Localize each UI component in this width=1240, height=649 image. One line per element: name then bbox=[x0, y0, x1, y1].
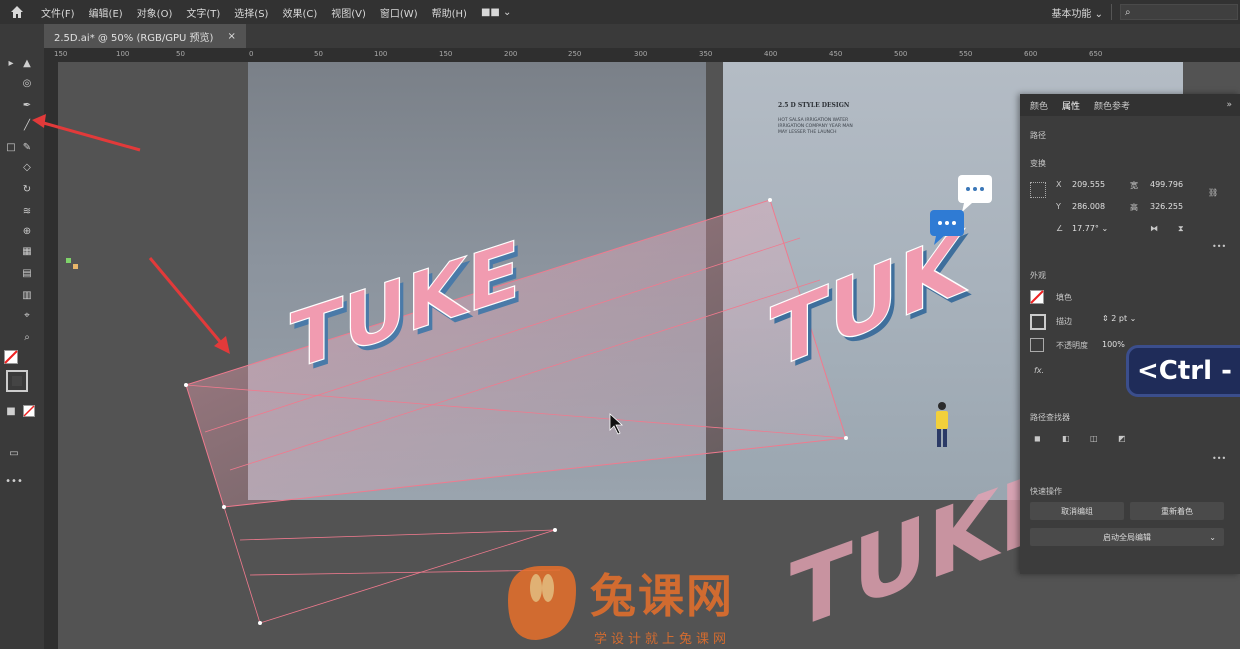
more-pathfinder-options-icon[interactable]: ••• bbox=[1212, 454, 1226, 463]
flip-vertical-icon[interactable]: ⧗ bbox=[1178, 224, 1184, 234]
stroke-label[interactable]: 描边 bbox=[1056, 316, 1072, 327]
minus-front-icon[interactable]: ◧ bbox=[1062, 434, 1070, 443]
shortcut-overlay: <Ctrl - bbox=[1126, 345, 1240, 397]
effects-button[interactable]: fx. bbox=[1034, 366, 1044, 375]
opacity-field[interactable]: 100% bbox=[1102, 340, 1125, 349]
tab-properties[interactable]: 属性 bbox=[1062, 99, 1080, 112]
annotation-arrow-bottom bbox=[148, 257, 230, 354]
start-global-edit-button[interactable]: 启动全局编辑 ⌄ bbox=[1030, 528, 1224, 546]
stroke-weight-field[interactable]: ⇕ 2 pt ⌄ bbox=[1102, 314, 1136, 323]
section-path: 路径 bbox=[1030, 131, 1046, 140]
more-transform-options-icon[interactable]: ••• bbox=[1212, 242, 1226, 251]
section-appearance: 外观 bbox=[1030, 271, 1046, 280]
w-label: 宽 bbox=[1130, 181, 1138, 190]
height-field[interactable]: 326.255 bbox=[1150, 202, 1183, 211]
y-label: Y bbox=[1056, 202, 1061, 211]
person-illustration bbox=[936, 402, 948, 447]
swatch-dot-orange bbox=[73, 264, 78, 269]
recolor-button[interactable]: 重新着色 bbox=[1130, 502, 1224, 520]
section-transform: 变换 bbox=[1030, 159, 1046, 168]
properties-panel-tabs: 颜色 属性 颜色参考 » bbox=[1020, 94, 1240, 116]
chevron-down-icon: ⌄ bbox=[1209, 532, 1216, 542]
reference-point-icon[interactable] bbox=[1030, 182, 1046, 198]
section-pathfinder: 路径查找器 bbox=[1030, 413, 1070, 422]
intersect-icon[interactable]: ◫ bbox=[1090, 434, 1098, 443]
annotation-arrow-top bbox=[32, 114, 141, 152]
tukewang-logo-icon bbox=[508, 566, 576, 640]
h-label: 高 bbox=[1130, 203, 1138, 212]
watermark-slogan: 学设计就上兔课网 bbox=[594, 632, 731, 647]
y-field[interactable]: 286.008 bbox=[1072, 202, 1105, 211]
tab-color-guide[interactable]: 颜色参考 bbox=[1094, 99, 1130, 112]
section-quick-actions: 快速操作 bbox=[1030, 487, 1062, 496]
opacity-swatch bbox=[1030, 338, 1044, 352]
unite-icon[interactable]: ◼ bbox=[1034, 434, 1041, 443]
opacity-label[interactable]: 不透明度 bbox=[1056, 340, 1088, 351]
fill-label: 填色 bbox=[1056, 293, 1072, 302]
chat-bubble-icon bbox=[930, 175, 992, 245]
rotate-angle-value: 17.77° bbox=[1072, 224, 1099, 233]
ungroup-button[interactable]: 取消编组 bbox=[1030, 502, 1124, 520]
rotate-angle-icon: ∠ bbox=[1056, 224, 1064, 233]
start-global-edit-label: 启动全局编辑 bbox=[1103, 532, 1151, 542]
watermark-brand: 兔课网 bbox=[590, 569, 734, 623]
x-label: X bbox=[1056, 180, 1062, 189]
collapse-panel-icon[interactable]: » bbox=[1226, 100, 1232, 110]
stroke-weight-value: 2 pt bbox=[1111, 314, 1128, 323]
width-field[interactable]: 499.796 bbox=[1150, 180, 1183, 189]
x-field[interactable]: 209.555 bbox=[1072, 180, 1105, 189]
exclude-icon[interactable]: ◩ bbox=[1118, 434, 1126, 443]
swatch-dot-green bbox=[66, 258, 71, 263]
stroke-swatch-button[interactable] bbox=[1030, 314, 1046, 330]
rotate-angle-field[interactable]: 17.77° ⌄ bbox=[1072, 224, 1108, 233]
flip-horizontal-icon[interactable]: ⧓ bbox=[1150, 224, 1158, 233]
properties-panel: 颜色 属性 颜色参考 » 路径 变换 X 209.555 宽 499.796 ⛓… bbox=[1020, 94, 1240, 574]
constrain-proportions-icon[interactable]: ⛓ bbox=[1208, 188, 1218, 197]
fill-swatch-button[interactable] bbox=[1030, 290, 1044, 306]
tab-color[interactable]: 颜色 bbox=[1030, 99, 1048, 112]
